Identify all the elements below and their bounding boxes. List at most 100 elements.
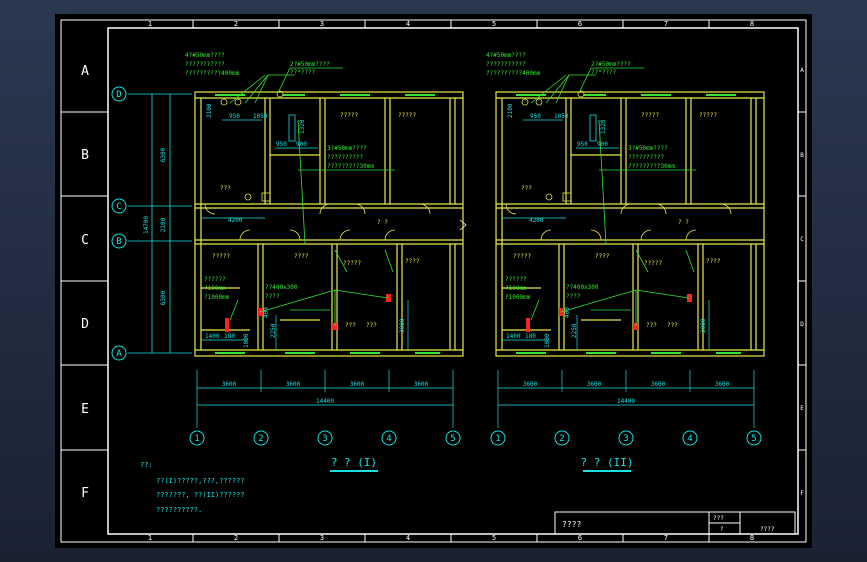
row-label-a: A [81,64,89,79]
dim-left-3: 6300 [160,290,167,305]
title-block-name: ???? [562,520,581,529]
plan2-note-9: ??400x300 [566,284,599,291]
plan2-dim-950a: 950 [530,113,541,120]
plan1-dim-180: 180 [224,333,235,340]
plan2-note-1: 4?#50mm???? [486,52,526,59]
plan2-axis-5: 5 [751,434,756,444]
plan1-note-6: 3?#50mm???? [327,145,367,152]
plan1-title: ? ? (I) [331,456,377,469]
plan1-room-e: ????? [212,253,230,260]
plan1-room-h: ???? [405,258,420,265]
plan1-dim-bottom-2: 3600 [286,381,301,388]
row-label-e: E [81,402,89,417]
col-label-7: 7 [664,20,668,28]
plan1-dim-bottom-4: 3600 [414,381,429,388]
col-label-bottom-5: 5 [492,534,496,542]
plan2-room-b: ????? [699,112,717,119]
plan2-dim-400: 400 [564,307,571,318]
col-label-bottom-2: 2 [234,534,238,542]
title-block-cell-3: ???? [760,526,775,533]
col-label-bottom-4: 4 [406,534,410,542]
row-label-c: C [81,233,89,248]
plan2-dim-900: 900 [597,141,608,148]
plan1-dim-bottom-1: 3600 [222,381,237,388]
notes-heading: ??: [140,461,153,469]
plan2-note-5: ??*???? [591,69,617,76]
row-label-right-f: F [800,490,804,497]
plan1-note-2: ??????????? [185,61,225,68]
plan1-note-5: ??*???? [290,69,316,76]
row-label-right-d: D [800,321,804,328]
plan1-room-c: ??? [220,185,231,192]
plan1-dim-1400: 1400 [205,333,220,340]
plan2-room-g: ????? [644,260,662,267]
plan1-dim-900: 900 [296,141,307,148]
plan1-axis-4: 4 [386,434,391,444]
plan2-axis-4: 4 [687,434,692,444]
plan1-dim-4200: 4200 [228,217,243,224]
axis-letter-c: C [116,202,121,212]
plan2-dim-950b: 950 [577,141,588,148]
axis-letter-a: A [116,349,122,359]
plan2-axis-1: 1 [495,434,500,444]
plan1-axis-3: 3 [322,434,327,444]
col-label-8: 8 [750,20,754,28]
plan1-dim-2100v: 2100 [206,103,213,118]
plan2-dim-bottom-1: 3600 [523,381,538,388]
row-label-f: F [81,486,89,501]
notes-line-2: ???????, ??(II)?????? [156,491,245,499]
title-block-cell-2: ? [720,526,724,533]
plan1-axis-1: 1 [194,434,199,444]
plan2-note-4: 2?#50mm???? [591,61,631,68]
plan1-note-9: ??400x300 [265,284,298,291]
title-block-cell-1: ??? [713,515,724,522]
plan2-note-12: ?100mm [505,285,527,292]
plan1-dim-950b: 950 [276,141,287,148]
row-label-d: D [81,317,89,332]
plan2-note-6: 3?#50mm???? [628,145,668,152]
col-label-4: 4 [406,20,410,28]
plan2-dim-1320: 1320 [600,119,607,134]
plan1-dim-1000: 1000 [243,333,250,348]
col-label-bottom-7: 7 [664,534,668,542]
plan2-dim-2250: 2250 [571,323,578,338]
plan1-room-b: ????? [398,112,416,119]
plan1-note-1: 4?#50mm???? [185,52,225,59]
plan1-note-3: ??????????400mm [185,70,240,77]
plan1-room-i: ??? [345,322,356,329]
col-label-bottom-3: 3 [320,534,324,542]
col-label-bottom-6: 6 [578,534,582,542]
col-label-bottom-8: 8 [750,534,754,542]
plan2-dim-3000: 3000 [700,318,707,333]
drawing-canvas: 1 2 3 4 5 6 7 8 1 2 3 4 5 6 7 8 A B C D … [55,14,812,548]
plan1-note-13: ?1000mm [204,294,230,301]
plan1-note-4: 2?#50mm???? [290,61,330,68]
plan1-dim-1320: 1320 [299,119,306,134]
plan1-dim-3000: 3000 [399,318,406,333]
plan2-dim-bottom-3: 3600 [651,381,666,388]
plan1-dim-bottom-3: 3600 [350,381,365,388]
plan1-room-d: ? ? [377,219,388,226]
notes-line-3: ??????????. [156,506,202,514]
dim-left-1: 6300 [160,147,167,162]
plan1-room-f: ???? [294,253,309,260]
plan2-room-i: ??? [646,322,657,329]
plan2-dim-4200: 4200 [529,217,544,224]
row-label-right-a: A [800,67,804,74]
plan2-axis-3: 3 [623,434,628,444]
plan2-dim-2100v: 2100 [507,103,514,118]
plan2-axis-2: 2 [559,434,564,444]
plan2-note-3: ??????????400mm [486,70,541,77]
plan1-dim-400: 400 [263,307,270,318]
plan2-note-13: ?1000mm [505,294,531,301]
axis-letter-d: D [116,90,121,100]
dim-left-total: 14700 [143,216,150,234]
plan2-room-d: ? ? [678,219,689,226]
plan2-note-11: ?????? [505,276,527,283]
dim-left-2: 2100 [160,217,167,232]
cad-viewport: 1 2 3 4 5 6 7 8 1 2 3 4 5 6 7 8 A B C D … [0,0,867,562]
col-label-6: 6 [578,20,582,28]
plan1-axis-5: 5 [450,434,455,444]
col-label-2: 2 [234,20,238,28]
plan1-note-11: ?????? [204,276,226,283]
